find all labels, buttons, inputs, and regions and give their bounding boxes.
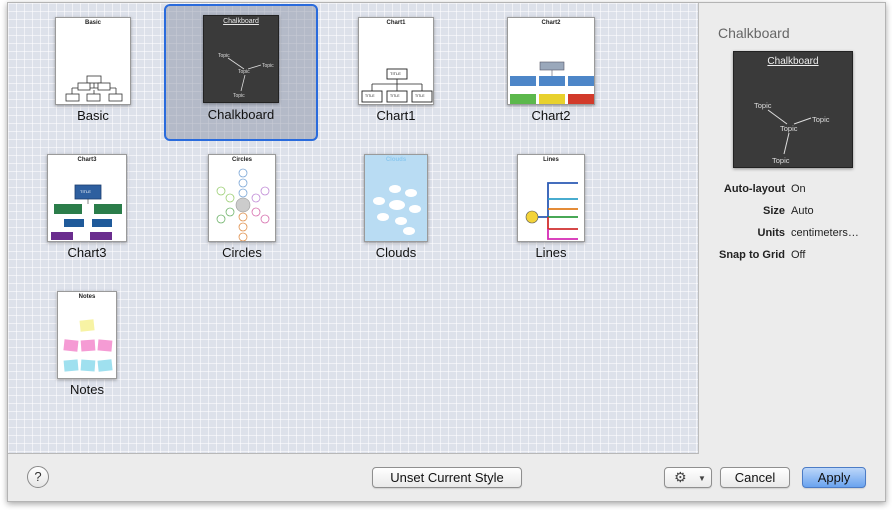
style-label: Chart1 [376, 108, 416, 123]
chalk-diagram-icon: Topic Topic Topic Topic [218, 53, 274, 99]
property-units: Units centimeters… [700, 227, 886, 249]
style-label: Clouds [375, 245, 417, 260]
property-key: Snap to Grid [719, 249, 785, 261]
style-thumbnail: Lines [517, 154, 585, 242]
preview-topic: Topic [772, 156, 790, 165]
style-label: Notes [70, 382, 104, 397]
property-snap-to-grid: Snap to Grid Off [700, 249, 886, 271]
chevron-down-icon: ▼ [698, 474, 706, 483]
property-size: Size Auto [700, 205, 886, 227]
style-label: Lines [535, 245, 567, 260]
property-value: On [791, 183, 806, 195]
style-tile-basic[interactable]: Basic Basic [18, 6, 168, 140]
chalk-topic: Topic [262, 63, 274, 69]
chalk-topic: Topic [238, 69, 250, 75]
style-details-panel: Chalkboard Chalkboard Topic Topic Topic … [700, 3, 886, 454]
circles-diagram-icon [216, 168, 270, 241]
cancel-button[interactable]: Cancel [720, 467, 790, 488]
style-tile-chart3[interactable]: Chart3 TITLE Chart3 [12, 143, 162, 277]
gear-icon: ⚙ [674, 469, 687, 485]
style-tile-clouds[interactable]: Clouds Clouds [321, 143, 471, 277]
chart-title-text: TITLE [390, 94, 400, 98]
style-preview: Chalkboard Topic Topic Topic Topic [733, 51, 853, 168]
chart2-diagram-icon [510, 61, 594, 104]
style-label: Chart2 [531, 108, 571, 123]
style-tile-chalkboard[interactable]: Chalkboard Topic Topic Topic Topic Chalk… [164, 4, 318, 141]
style-thumbnail: Basic [55, 17, 131, 105]
preview-topic: Topic [754, 101, 772, 110]
style-tile-lines[interactable]: Lines Lines [476, 143, 626, 277]
preview-topic: Topic [780, 124, 798, 133]
property-key: Size [762, 205, 785, 217]
property-value: centimeters… [791, 227, 859, 239]
style-thumbnail: Chart3 TITLE [47, 154, 127, 242]
property-value: Auto [791, 205, 814, 217]
style-tile-notes[interactable]: Notes Notes [12, 280, 162, 414]
property-value: Off [791, 249, 806, 261]
chalk-preview-diagram-icon: Topic Topic Topic Topic [754, 101, 830, 165]
style-label: Basic [77, 108, 109, 123]
style-grid[interactable]: Basic Basic Chalkboard Topic Topic Topic… [8, 3, 699, 454]
style-thumbnail: Chart2 [507, 17, 595, 105]
style-thumbnail: Chalkboard Topic Topic Topic Topic [203, 15, 279, 103]
action-menu-button[interactable]: ⚙ ▼ [664, 467, 712, 488]
lines-diagram-icon [525, 182, 578, 240]
chart3-diagram-icon: TITLE [51, 184, 122, 240]
style-tile-chart1[interactable]: Chart1 TITLE TITLE TITLE TITLE Chart1 [321, 6, 471, 140]
basic-diagram-icon [65, 75, 123, 102]
property-key: Auto-layout [723, 183, 785, 195]
style-properties: Auto-layout On Size Auto Units centimete… [700, 183, 886, 271]
style-chooser-window: Basic Basic Chalkboard Topic Topic Topic… [7, 2, 886, 502]
style-tile-chart2[interactable]: Chart2 Chart2 [476, 6, 626, 140]
chalk-topic: Topic [233, 93, 245, 99]
style-thumbnail: Chart1 TITLE TITLE TITLE TITLE [358, 17, 434, 105]
bottom-toolbar: ? Unset Current Style ⚙ ▼ Cancel Apply [8, 455, 885, 501]
style-label: Circles [222, 245, 262, 260]
unset-current-style-button[interactable]: Unset Current Style [372, 467, 522, 488]
chart-title-text: TITLE [365, 94, 375, 98]
style-tile-circles[interactable]: Circles Circles [167, 143, 317, 277]
notes-diagram-icon [63, 319, 113, 372]
style-label: Chalkboard [207, 107, 275, 122]
style-thumbnail: Circles [208, 154, 276, 242]
chart-title-text: TITLE [80, 189, 91, 194]
property-auto-layout: Auto-layout On [700, 183, 886, 205]
help-button[interactable]: ? [27, 466, 49, 488]
style-thumbnail: Clouds [364, 154, 428, 242]
chart-title-text: TITLE [390, 71, 401, 76]
chart-title-text: TITLE [415, 94, 425, 98]
chart1-diagram-icon: TITLE TITLE TITLE TITLE [361, 68, 433, 103]
style-thumbnail: Notes [57, 291, 117, 379]
preview-topic: Topic [812, 115, 830, 124]
apply-button[interactable]: Apply [802, 467, 866, 488]
selected-style-title: Chalkboard [718, 25, 790, 41]
clouds-diagram-icon [373, 185, 421, 235]
style-label: Chart3 [67, 245, 107, 260]
property-key: Units [757, 227, 786, 239]
